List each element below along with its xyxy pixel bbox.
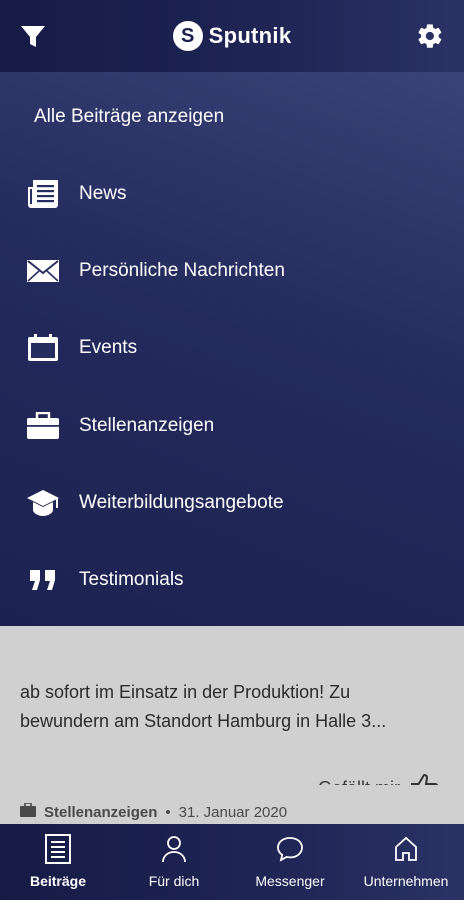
nav-label: Beiträge [29,873,87,889]
filter-item-news[interactable]: News [26,174,446,214]
filter-menu: Alle Beiträge anzeigen News Persönliche … [0,72,464,626]
app-logo: S Sputnik [172,21,292,51]
calendar-icon [26,331,60,365]
nav-label: Unternehmen [363,873,449,889]
filter-item-job-ads[interactable]: Stellenanzeigen [26,406,446,446]
post-text: ab sofort im Einsatz in der Produktion! … [20,682,387,731]
envelope-icon [26,254,60,288]
app-header: S Sputnik [0,0,464,72]
filter-item-label: Stellenanzeigen [79,415,215,436]
nav-tab-for-you[interactable]: Für dich [116,824,232,900]
bottom-navigation: Beiträge Für dich Messenger Unternehmen [0,824,464,900]
post-meta: Stellenanzeigen • 31. Januar 2020 [20,802,288,821]
filter-item-label: News [79,183,127,204]
graduation-cap-icon [26,486,60,520]
filter-item-label: Weiterbildungsangebote [79,492,284,513]
meta-separator: • [165,803,171,821]
nav-label: Für dich [148,873,200,889]
posts-icon [43,834,73,864]
newspaper-icon [26,177,60,211]
filter-button[interactable] [20,24,46,50]
filter-item-label: Persönliche Nachrichten [79,260,285,281]
brand-name: Sputnik [208,23,292,48]
filter-icon [20,26,46,54]
nav-label: Messenger [255,873,325,889]
filter-item-training[interactable]: Weiterbildungsangebote [26,483,446,523]
sputnik-logo-icon: S [172,21,203,51]
person-icon [159,834,189,864]
settings-button[interactable] [416,22,444,50]
home-icon [391,834,421,864]
quote-icon [26,563,60,597]
briefcase-icon [20,802,36,821]
show-all-posts-option[interactable]: Alle Beiträge anzeigen [34,106,224,128]
filter-item-label: Testimonials [79,569,184,590]
nav-tab-company[interactable]: Unternehmen [348,824,464,900]
nav-tab-messenger[interactable]: Messenger [232,824,348,900]
filter-item-testimonials[interactable]: Testimonials [26,560,446,600]
filter-item-events[interactable]: Events [26,328,446,368]
nav-tab-posts[interactable]: Beiträge [0,824,116,900]
chat-bubble-icon [275,834,305,864]
briefcase-icon [26,409,60,443]
post-date: 31. Januar 2020 [178,803,288,821]
filter-item-label: Events [79,337,138,358]
filter-item-personal-messages[interactable]: Persönliche Nachrichten [26,251,446,291]
post-category[interactable]: Stellenanzeigen [44,804,157,821]
gear-icon [416,24,444,54]
